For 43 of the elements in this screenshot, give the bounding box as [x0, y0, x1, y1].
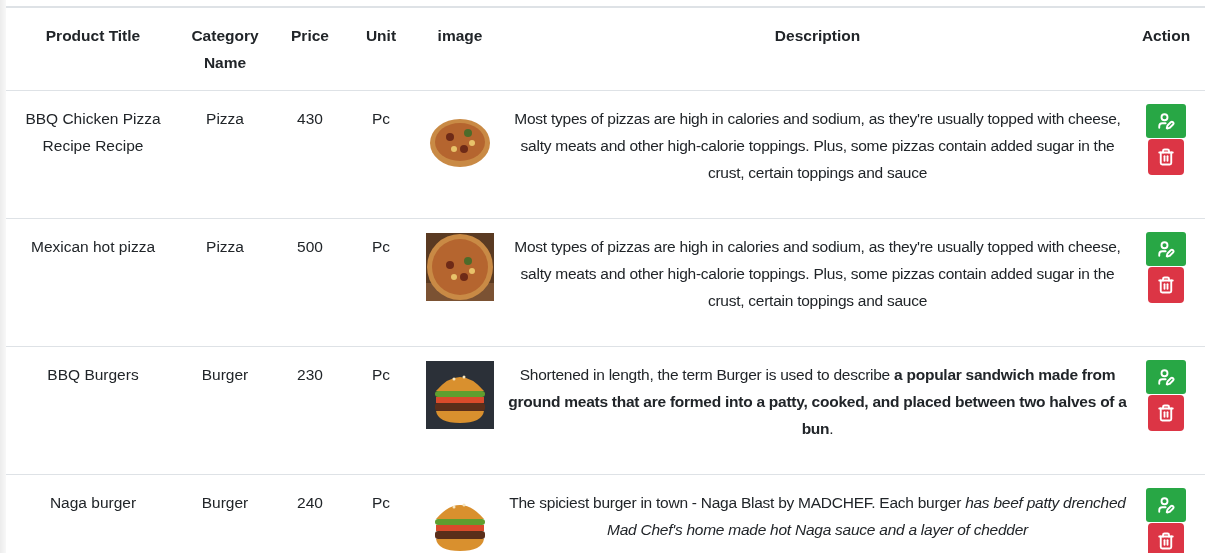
- description-text: The spiciest burger in town - Naga Blast by MADCHEF. Each burger has beef patty drenched Mad Chef's home made hot Naga sauce and a layer of chedder: [508, 493, 1127, 540]
- table-cell-text: Pizza: [205, 237, 245, 257]
- edit-button[interactable]: [1146, 488, 1186, 522]
- column-header: Unit: [364, 26, 398, 46]
- description-text: Most types of pizzas are high in calories and sodium, as they're usually topped with cheese, salty meats and other high-calorie toppings. Plus, some pizzas contain added sugar in the crust, certain toppings and sauce: [513, 237, 1122, 311]
- table-cell-text: 500: [296, 237, 324, 257]
- table-cell-text: Pc: [370, 237, 392, 257]
- user-edit-icon: [1157, 112, 1175, 130]
- edit-button[interactable]: [1146, 104, 1186, 138]
- column-header: image: [436, 26, 484, 46]
- table-cell-text: Mexican hot pizza: [29, 237, 157, 257]
- table-cell-text: 230: [296, 365, 324, 385]
- description-text: Shortened in length, the term Burger is used to describe a popular sandwich made from ground meats that are formed into a patty, cooked, and placed between two halves of a bun.: [508, 365, 1127, 439]
- user-edit-icon: [1157, 240, 1175, 258]
- edit-button[interactable]: [1146, 360, 1186, 394]
- column-header: Description: [773, 26, 862, 46]
- table-cell-text: Pc: [370, 109, 392, 129]
- table-cell-text: Pc: [370, 365, 392, 385]
- table-cell-text: Pizza: [205, 109, 245, 129]
- description-text: Most types of pizzas are high in calories and sodium, as they're usually topped with cheese, salty meats and other high-calorie toppings. Plus, some pizzas contain added sugar in the crust, certain toppings and sauce: [513, 109, 1122, 183]
- column-header: Action: [1140, 26, 1192, 46]
- trash-icon: [1157, 276, 1175, 294]
- table-cell-text: Pc: [370, 493, 392, 513]
- table-cell-text: BBQ Chicken Pizza Recipe Recipe: [24, 109, 162, 156]
- column-header: Category Name: [190, 26, 260, 73]
- table-cell-text: Naga burger: [48, 493, 138, 513]
- table-cell-text: Burger: [200, 365, 250, 385]
- trash-icon: [1157, 148, 1175, 166]
- table-cell-text: Burger: [200, 493, 250, 513]
- delete-button[interactable]: [1148, 267, 1184, 303]
- table-cell-text: 240: [296, 493, 324, 513]
- trash-icon: [1157, 404, 1175, 422]
- table-cell-text: BBQ Burgers: [46, 365, 140, 385]
- delete-button[interactable]: [1148, 395, 1184, 431]
- delete-button[interactable]: [1148, 523, 1184, 553]
- delete-button[interactable]: [1148, 139, 1184, 175]
- column-header: Price: [290, 26, 330, 46]
- table-cell-text: 430: [296, 109, 324, 129]
- column-header: Product Title: [44, 26, 142, 46]
- user-edit-icon: [1157, 496, 1175, 514]
- trash-icon: [1157, 532, 1175, 550]
- edit-button[interactable]: [1146, 232, 1186, 266]
- user-edit-icon: [1157, 368, 1175, 386]
